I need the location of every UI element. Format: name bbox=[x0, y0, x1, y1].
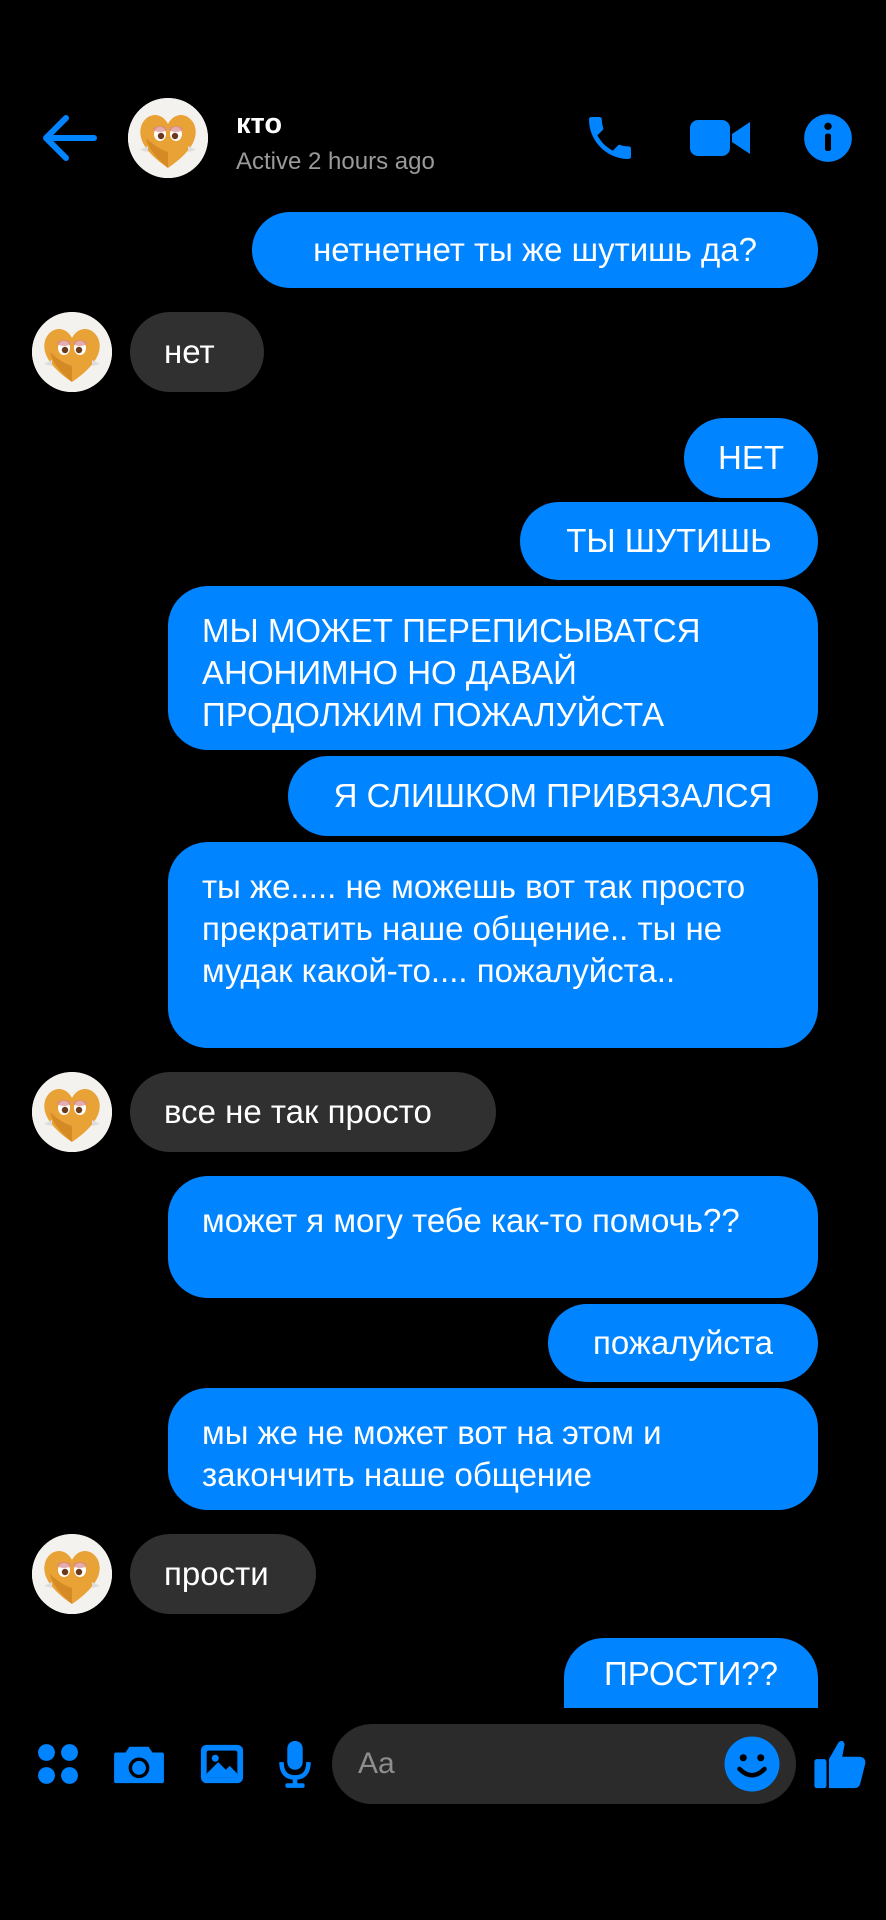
outgoing-message[interactable]: НЕТ bbox=[684, 418, 818, 498]
apps-grid-icon[interactable] bbox=[30, 1736, 86, 1792]
outgoing-message[interactable]: ты же..... не можешь вот так просто прек… bbox=[168, 842, 818, 1048]
contact-avatar[interactable] bbox=[32, 1072, 112, 1152]
contact-avatar[interactable] bbox=[128, 98, 208, 178]
back-arrow-icon[interactable] bbox=[38, 112, 100, 164]
incoming-message[interactable]: все не так просто bbox=[130, 1072, 496, 1152]
microphone-icon[interactable] bbox=[274, 1736, 316, 1792]
video-camera-icon[interactable] bbox=[684, 108, 756, 168]
outgoing-message[interactable]: Я СЛИШКОМ ПРИВЯЗАЛСЯ bbox=[288, 756, 818, 836]
thumbs-up-icon[interactable] bbox=[812, 1734, 870, 1794]
emoji-icon[interactable] bbox=[722, 1734, 782, 1794]
camera-icon[interactable] bbox=[110, 1736, 168, 1792]
outgoing-message[interactable]: мы же не может вот на этом и закончить н… bbox=[168, 1388, 818, 1510]
contact-avatar[interactable] bbox=[32, 312, 112, 392]
conversation-header: кто Active 2 hours ago bbox=[0, 0, 886, 210]
incoming-message[interactable]: нет bbox=[130, 312, 264, 392]
outgoing-message[interactable]: пожалуйста bbox=[548, 1304, 818, 1382]
outgoing-message[interactable]: нетнетнет ты же шутишь да? bbox=[252, 212, 818, 288]
outgoing-message[interactable]: ПРОСТИ?? bbox=[564, 1638, 818, 1710]
outgoing-message[interactable]: может я могу тебе как-то помочь?? bbox=[168, 1176, 818, 1298]
contact-status: Active 2 hours ago bbox=[236, 148, 435, 175]
outgoing-message[interactable]: ТЫ ШУТИШЬ bbox=[520, 502, 818, 580]
contact-name[interactable]: кто bbox=[236, 108, 282, 141]
info-icon[interactable] bbox=[798, 108, 858, 168]
outgoing-message[interactable]: МЫ МОЖЕТ ПЕРЕПИСЫВАТСЯ АНОНИМНО НО ДАВАЙ… bbox=[168, 586, 818, 750]
contact-avatar[interactable] bbox=[32, 1534, 112, 1614]
gallery-icon[interactable] bbox=[196, 1736, 248, 1792]
incoming-message[interactable]: прости bbox=[130, 1534, 316, 1614]
phone-icon[interactable] bbox=[578, 108, 642, 168]
